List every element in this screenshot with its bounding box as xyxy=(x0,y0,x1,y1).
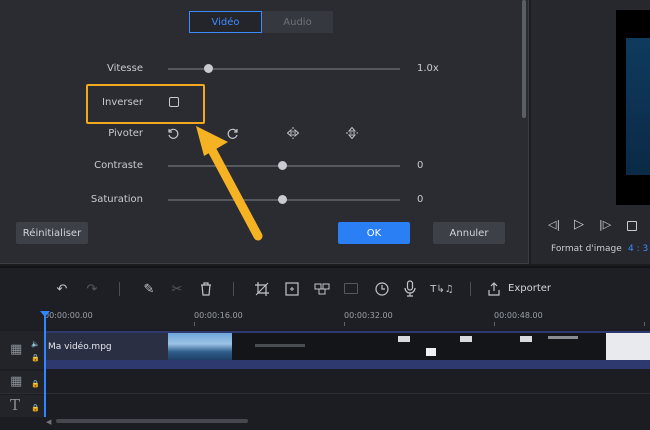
mosaic-icon[interactable] xyxy=(313,281,331,297)
undo-icon[interactable]: ↶ xyxy=(53,280,71,298)
saturation-label: Saturation xyxy=(90,194,143,205)
microphone-icon[interactable] xyxy=(403,280,417,298)
duration-clock-icon[interactable] xyxy=(374,281,390,297)
thumbnail-detail xyxy=(460,336,472,342)
ruler-time-2: 00:00:32.00 xyxy=(344,311,393,320)
play-icon[interactable]: ▷ xyxy=(574,217,584,232)
aspect-ratio-label: Format d'image xyxy=(551,244,622,254)
speed-slider-track[interactable] xyxy=(168,68,400,70)
text-to-speech-icon[interactable]: T↳♫ xyxy=(430,280,454,298)
reverse-label: Inverser xyxy=(102,97,143,108)
toolbar-divider xyxy=(233,282,234,296)
clip-thumbnail xyxy=(168,333,232,360)
playhead[interactable] xyxy=(44,313,46,417)
tab-bar: Vidéo Audio xyxy=(189,11,333,33)
rotate-label: Pivoter xyxy=(108,128,143,139)
timeline-ruler[interactable] xyxy=(0,311,650,329)
dialog-scrollbar[interactable] xyxy=(522,0,526,118)
prev-frame-icon[interactable]: ◁| xyxy=(548,218,560,231)
stop-icon[interactable] xyxy=(627,221,637,231)
ruler-time-3: 00:00:48.00 xyxy=(494,311,543,320)
toolbar-divider xyxy=(470,282,471,296)
ruler-time-1: 00:00:16.00 xyxy=(194,311,243,320)
contrast-label: Contraste xyxy=(94,160,143,171)
toolbar-divider xyxy=(119,282,120,296)
edit-pencil-icon[interactable]: ✎ xyxy=(140,280,158,298)
timeline-horizontal-scrollbar[interactable] xyxy=(56,419,248,423)
tab-video[interactable]: Vidéo xyxy=(189,11,262,33)
ruler-tick xyxy=(194,322,195,326)
redo-icon[interactable]: ↷ xyxy=(83,280,101,298)
lock-icon[interactable]: 🔒 xyxy=(31,404,40,412)
ruler-tick xyxy=(644,322,645,326)
track-divider xyxy=(0,393,650,394)
aspect-ratio-value[interactable]: 4 : 3 xyxy=(628,244,648,254)
cancel-button[interactable]: Annuler xyxy=(433,222,505,244)
lock-icon[interactable]: 🔒 xyxy=(31,354,40,362)
clip-name: Ma vidéo.mpg xyxy=(48,342,112,352)
video-track-icon: ▦ xyxy=(10,342,23,357)
saturation-value: 0 xyxy=(417,194,424,205)
ruler-tick xyxy=(494,322,495,326)
annotation-arrow xyxy=(196,126,263,241)
crop-icon[interactable] xyxy=(254,281,270,297)
speed-value: 1.0x xyxy=(417,63,439,74)
flip-horizontal-icon[interactable] xyxy=(286,126,300,140)
reset-button[interactable]: Réinitialiser xyxy=(16,222,88,244)
contrast-value: 0 xyxy=(417,160,424,171)
overlay-track-icon: ▦ xyxy=(10,374,23,389)
export-icon[interactable] xyxy=(486,281,502,297)
zoom-frame-icon[interactable] xyxy=(284,281,300,297)
rotate-left-icon[interactable] xyxy=(166,126,180,140)
video-frame xyxy=(626,38,650,175)
freeze-frame-icon[interactable] xyxy=(344,283,358,294)
thumbnail-detail xyxy=(520,336,532,342)
playhead-handle[interactable] xyxy=(40,311,50,317)
lock-icon[interactable]: 🔒 xyxy=(31,380,40,388)
cut-icon[interactable]: ✂ xyxy=(168,280,186,298)
thumbnail-detail xyxy=(398,336,410,342)
tab-audio[interactable]: Audio xyxy=(262,11,333,33)
ruler-tick xyxy=(344,322,345,326)
speed-label: Vitesse xyxy=(106,63,143,74)
mute-icon[interactable]: 🔈 xyxy=(31,340,40,348)
ruler-time-0: 00:00:00.00 xyxy=(44,311,93,320)
thumbnail-detail xyxy=(548,336,578,339)
flip-vertical-icon[interactable] xyxy=(345,126,359,140)
export-label[interactable]: Exporter xyxy=(508,283,551,294)
ok-button[interactable]: OK xyxy=(338,222,410,244)
speed-slider-knob[interactable] xyxy=(204,64,213,73)
thumbnail-detail xyxy=(426,348,436,356)
text-track-icon: T xyxy=(10,396,21,414)
clip-thumbnail xyxy=(606,333,650,360)
next-frame-icon[interactable]: |▷ xyxy=(599,218,611,231)
scroll-left-icon[interactable]: ◀ xyxy=(46,418,51,426)
thumbnail-detail xyxy=(255,344,305,347)
delete-icon[interactable] xyxy=(199,281,213,297)
reverse-checkbox[interactable] xyxy=(169,97,179,107)
